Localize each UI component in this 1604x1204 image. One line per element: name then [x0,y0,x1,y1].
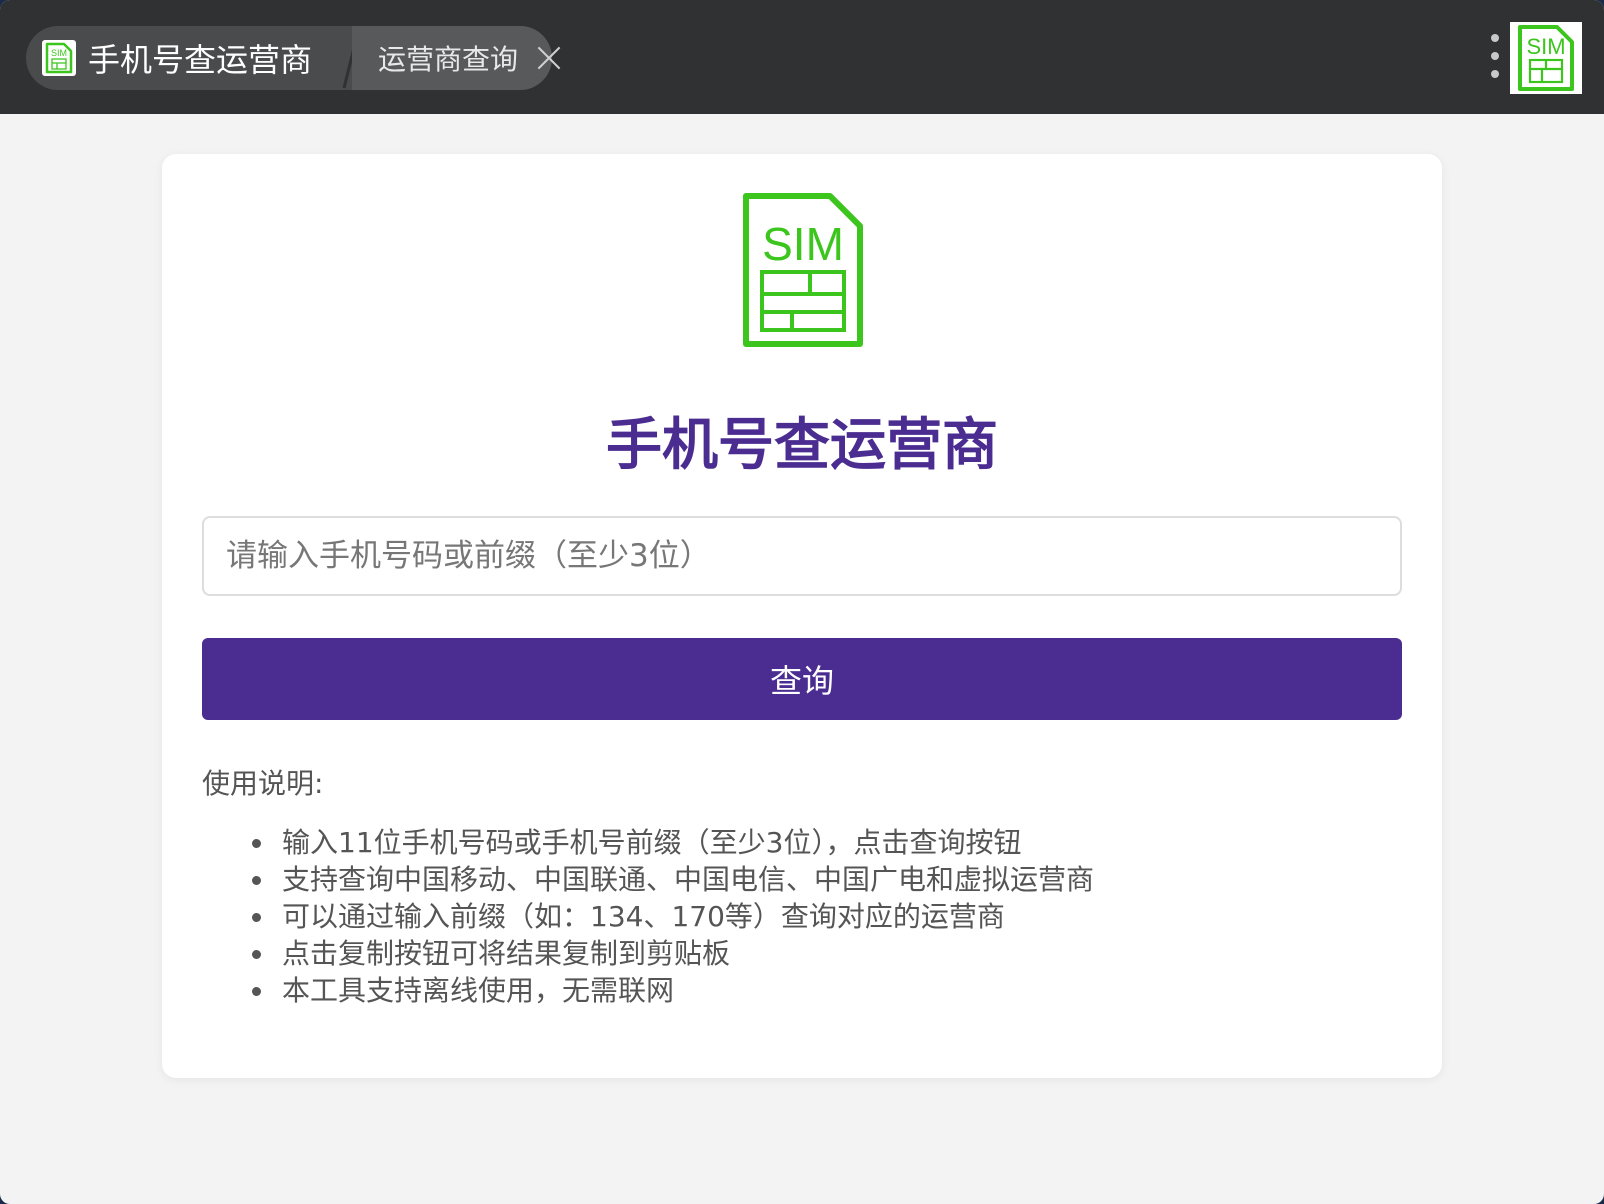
menu-dot [1491,34,1499,42]
tab-main-label: 手机号查运营商 [88,41,313,79]
query-button[interactable]: 查询 [202,638,1402,720]
tab-carrier-query-label: 运营商查询 [378,43,519,76]
app-sim-card-icon: SIM [1510,22,1582,94]
tab-bar: SIM 手机号查运营商 运营商查询 [26,26,552,90]
instructions-heading: 使用说明: [202,767,324,800]
main-card: SIM 手机号查运营商 查询 使用说明: 输入11位手机号码或手机号前缀（至少3… [162,154,1442,1078]
page-title: 手机号查运营商 [606,413,998,478]
list-item: 本工具支持离线使用，无需联网 [252,972,1094,1009]
app-window: SIM 手机号查运营商 运营商查询 SIM SIM 手机号查运营商 请输入手机号… [0,0,1604,1204]
hero-icon-label: SIM [762,218,844,270]
instructions-list: 输入11位手机号码或手机号前缀（至少3位），点击查询按钮 支持查询中国移动、中国… [252,824,1094,1009]
sim-icon-label: SIM [51,48,67,58]
more-vert-icon[interactable] [1488,34,1502,78]
phone-number-input[interactable] [202,516,1402,596]
list-item: 输入11位手机号码或手机号前缀（至少3位），点击查询按钮 [252,824,1094,861]
menu-dot [1491,52,1499,60]
menu-dot [1491,70,1499,78]
sim-card-icon: SIM [743,193,863,347]
list-item: 支持查询中国移动、中国联通、中国电信、中国广电和虚拟运营商 [252,861,1094,898]
app-icon-label: SIM [1526,34,1565,59]
close-icon[interactable] [536,45,552,71]
tab-main[interactable]: SIM 手机号查运营商 [26,26,338,90]
tab-carrier-query[interactable]: 运营商查询 [352,26,552,90]
list-item: 点击复制按钮可将结果复制到剪贴板 [252,935,1094,972]
sim-card-icon: SIM [42,40,76,76]
title-bar: SIM 手机号查运营商 运营商查询 SIM [0,0,1604,114]
list-item: 可以通过输入前缀（如：134、170等）查询对应的运营商 [252,898,1094,935]
